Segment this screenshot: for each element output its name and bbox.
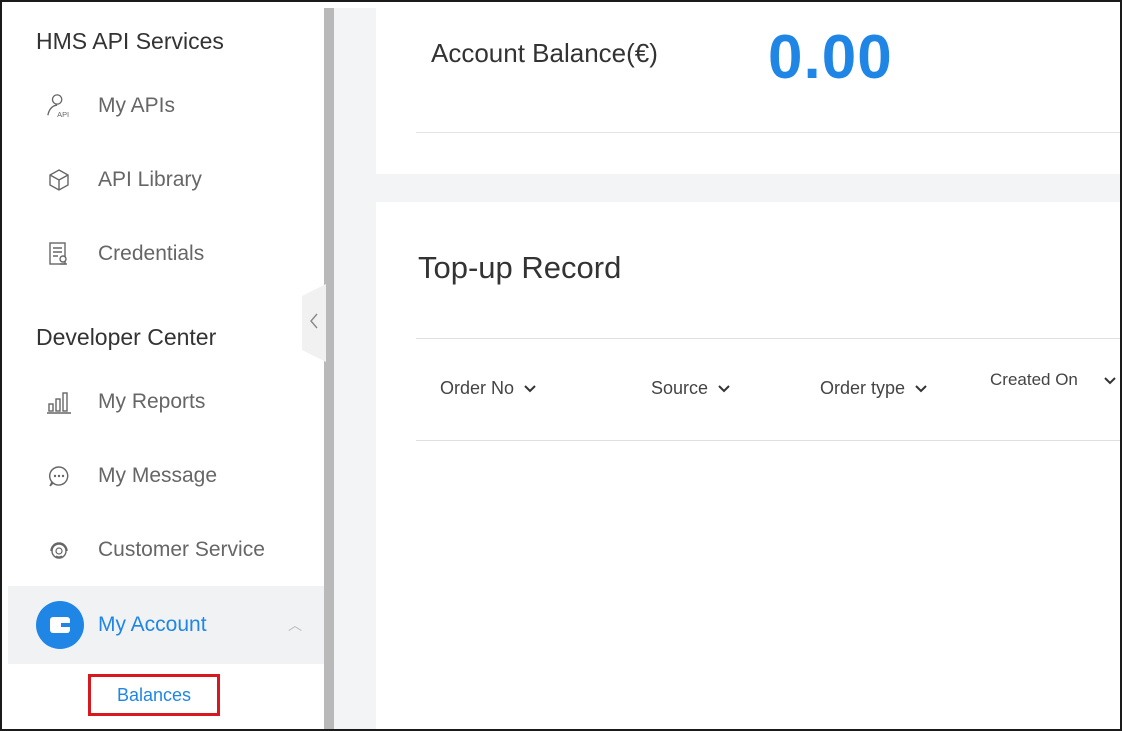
sidebar-item-customer-service[interactable]: Customer Service <box>8 520 324 580</box>
balance-label: Account Balance(€) <box>431 38 658 68</box>
sidebar-item-my-reports[interactable]: My Reports <box>8 372 324 432</box>
sidebar-item-my-message[interactable]: My Message <box>8 446 324 506</box>
column-header-label: Order No <box>440 378 515 398</box>
balance-value: 0.00 <box>768 23 893 92</box>
sidebar: HMS API Services API My APIs API Library <box>8 8 324 729</box>
records-title: Top-up Record <box>418 250 622 285</box>
chat-bubble-icon <box>46 463 72 489</box>
section-title-hms-api: HMS API Services <box>36 28 224 54</box>
sidebar-subitem-balances[interactable]: Balances <box>88 674 220 716</box>
api-user-icon: API <box>46 93 72 119</box>
topup-record-card: Top-up Record Order No Source Order type <box>376 202 1120 729</box>
wallet-icon <box>36 601 84 649</box>
sidebar-divider <box>324 8 334 729</box>
column-header-order-type[interactable]: Order type <box>820 378 927 399</box>
column-header-label: Order type <box>820 378 906 398</box>
divider <box>416 132 1120 133</box>
chevron-left-icon <box>309 312 319 335</box>
sidebar-item-my-apis[interactable]: API My APIs <box>8 76 324 136</box>
sidebar-item-label: My Account <box>98 613 207 636</box>
column-header-order-no[interactable]: Order No <box>440 378 536 399</box>
app-frame: HMS API Services API My APIs API Library <box>0 0 1122 731</box>
sidebar-item-credentials[interactable]: Credentials <box>8 224 324 284</box>
credentials-icon <box>46 241 72 267</box>
sidebar-item-label: My APIs <box>98 94 176 117</box>
chevron-up-icon[interactable]: ︿ <box>288 615 302 635</box>
sidebar-item-label: Credentials <box>98 242 205 265</box>
bar-chart-icon <box>46 389 72 415</box>
sidebar-item-label: Customer Service <box>98 538 265 561</box>
sidebar-item-my-account[interactable]: My Account ︿ <box>8 586 324 664</box>
column-header-created-on[interactable]: Created On <box>990 366 1080 394</box>
sidebar-item-label: API Library <box>98 168 202 191</box>
sidebar-subitem-label: Balances <box>116 684 192 705</box>
balance-card: Account Balance(€) 0.00 <box>376 8 1120 174</box>
column-header-label: Source <box>651 378 709 398</box>
column-header-label: Created On <box>990 370 1078 389</box>
main-content: Account Balance(€) 0.00 Top-up Record Or… <box>334 8 1120 729</box>
headset-icon <box>46 537 72 563</box>
cube-icon <box>46 167 72 193</box>
chevron-down-icon[interactable] <box>1104 372 1116 390</box>
chevron-down-icon <box>915 380 927 398</box>
divider <box>416 440 1120 441</box>
column-header-source[interactable]: Source <box>651 378 730 399</box>
section-title-developer-center: Developer Center <box>36 324 217 350</box>
sidebar-item-label: My Message <box>98 464 218 487</box>
sidebar-item-label: My Reports <box>98 390 206 413</box>
collapse-sidebar-button[interactable] <box>302 284 326 362</box>
divider <box>416 338 1120 339</box>
sidebar-item-api-library[interactable]: API Library <box>8 150 324 210</box>
svg-text:API: API <box>57 110 69 119</box>
chevron-down-icon <box>524 380 536 398</box>
chevron-down-icon <box>718 380 730 398</box>
